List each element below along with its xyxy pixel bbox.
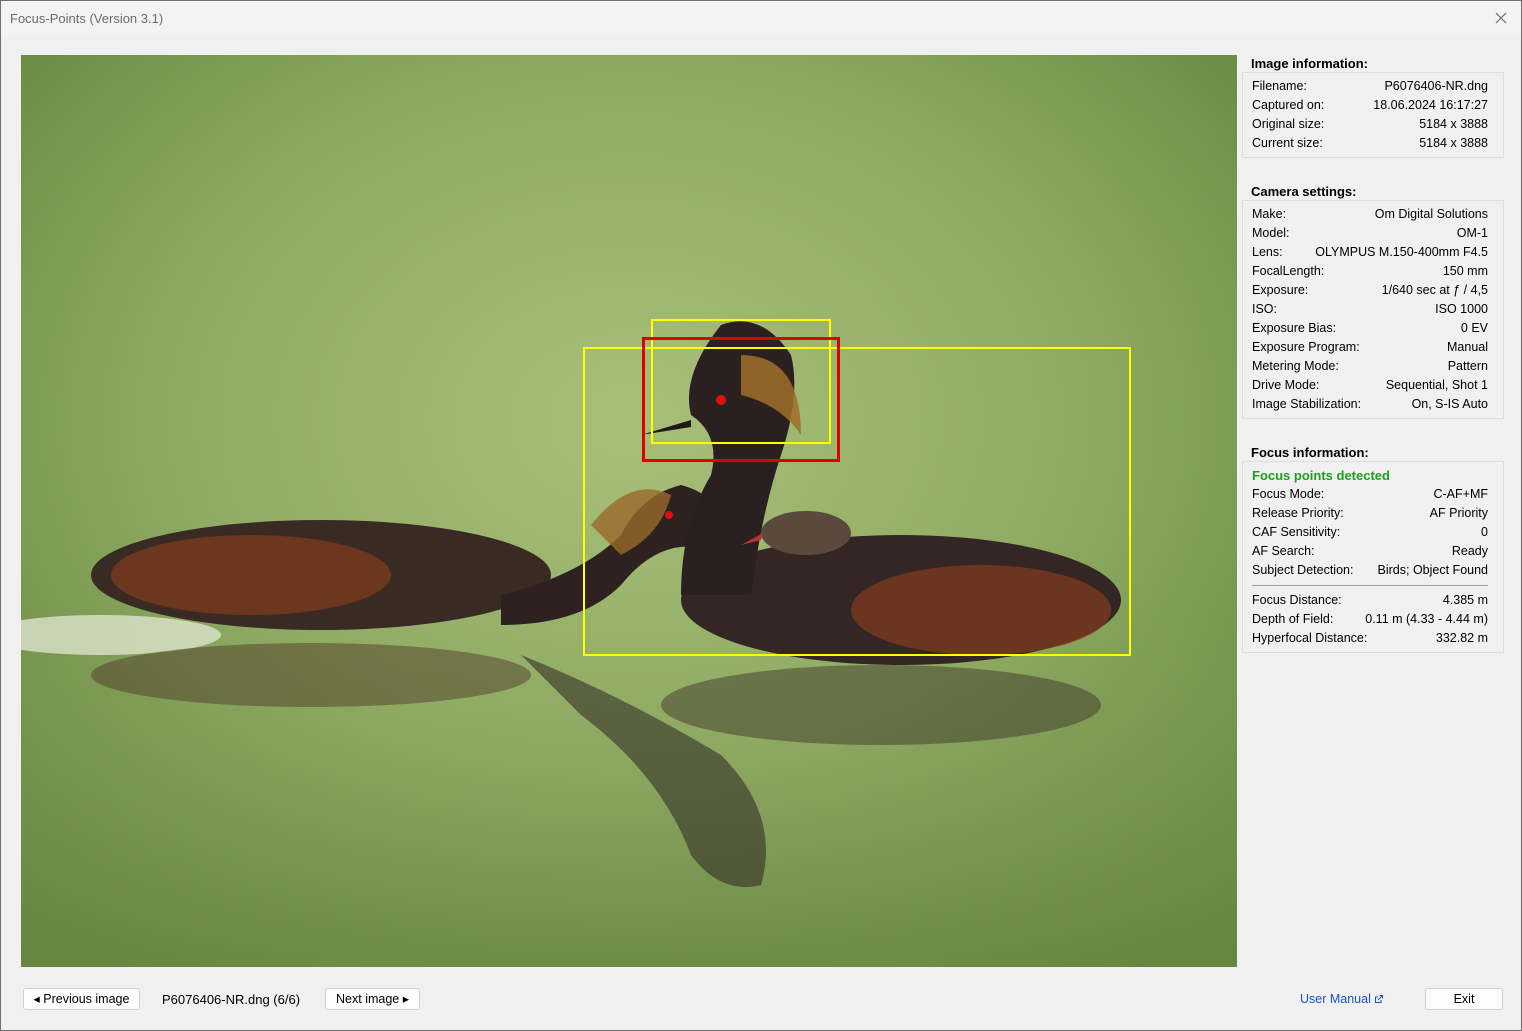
image-info-label: Current size: [1252, 136, 1323, 150]
focus-info-header: Focus information: [1251, 445, 1369, 460]
camera-setting-value: ISO 1000 [1435, 302, 1488, 316]
user-manual-link[interactable]: User Manual [1300, 992, 1384, 1006]
camera-setting-label: Make: [1252, 207, 1287, 221]
camera-setting-label: Exposure: [1252, 283, 1309, 297]
close-icon [1495, 12, 1507, 24]
camera-setting-label: Model: [1252, 226, 1290, 240]
camera-setting-value: 150 mm [1442, 264, 1488, 278]
camera-setting-row: Drive Mode: Sequential, Shot 1 [1252, 376, 1488, 395]
focus-info-row: Focus Mode: C-AF+MF [1252, 485, 1488, 504]
camera-settings-header: Camera settings: [1251, 184, 1357, 199]
camera-setting-value: OM-1 [1456, 226, 1488, 240]
image-info-label: Captured on: [1252, 98, 1325, 112]
focus-distance-value: 332.82 m [1435, 631, 1488, 645]
previous-image-button[interactable]: ◂ Previous image [23, 988, 140, 1010]
external-link-icon [1375, 995, 1384, 1003]
focus-info-box: Focus points detected Focus Mode: C-AF+MF… [1242, 461, 1504, 653]
focus-info-label: Release Priority: [1252, 506, 1344, 520]
camera-setting-value: Pattern [1447, 359, 1488, 373]
camera-setting-label: Lens: [1252, 245, 1283, 259]
focus-distance-label: Depth of Field: [1252, 612, 1334, 626]
camera-setting-row: Exposure Bias: 0 EV [1252, 319, 1488, 338]
camera-setting-label: ISO: [1252, 302, 1278, 316]
next-image-button[interactable]: Next image ▸ [325, 988, 420, 1010]
camera-setting-row: Exposure: 1/640 sec at ƒ / 4,5 [1252, 281, 1488, 300]
camera-setting-label: Exposure Bias: [1252, 321, 1337, 335]
focus-info-row: CAF Sensitivity: 0 [1252, 523, 1488, 542]
camera-setting-label: Drive Mode: [1252, 378, 1320, 392]
file-position-label: P6076406-NR.dng (6/6) [162, 992, 301, 1007]
camera-settings-box: Make: Om Digital Solutions Model: OM-1 Lens:… [1242, 200, 1504, 419]
image-info-value: 5184 x 3888 [1419, 136, 1488, 150]
image-info-label: Original size: [1252, 117, 1325, 131]
image-info-value: P6076406-NR.dng [1384, 79, 1488, 93]
camera-setting-label: Image Stabilization: [1252, 397, 1362, 411]
camera-setting-label: Metering Mode: [1252, 359, 1339, 373]
camera-setting-row: FocalLength: 150 mm [1252, 262, 1488, 281]
image-info-row: Captured on: 18.06.2024 16:17:27 [1252, 96, 1488, 115]
focus-separator [1252, 585, 1488, 586]
focus-status: Focus points detected [1252, 468, 1390, 483]
focus-info-value: Birds; Object Found [1377, 563, 1488, 577]
image-info-value: 5184 x 3888 [1419, 117, 1488, 131]
focus-distance-value: 0.11 m (4.33 - 4.44 m) [1365, 612, 1488, 626]
camera-setting-row: Model: OM-1 [1252, 224, 1488, 243]
image-info-row: Filename: P6076406-NR.dng [1252, 77, 1488, 96]
image-info-label: Filename: [1252, 79, 1307, 93]
user-manual-label: User Manual [1300, 992, 1371, 1006]
camera-setting-value: 0 EV [1460, 321, 1488, 335]
image-info-value: 18.06.2024 16:17:27 [1373, 98, 1488, 112]
focus-distance-row: Focus Distance: 4.385 m [1252, 591, 1488, 610]
focus-distance-label: Hyperfocal Distance: [1252, 631, 1368, 645]
camera-setting-label: Exposure Program: [1252, 340, 1360, 354]
camera-setting-value: OLYMPUS M.150-400mm F4.5 [1315, 245, 1488, 259]
focus-info-row: Release Priority: AF Priority [1252, 504, 1488, 523]
camera-setting-row: Exposure Program: Manual [1252, 338, 1488, 357]
camera-setting-value: On, S-IS Auto [1411, 397, 1488, 411]
image-info-row: Current size: 5184 x 3888 [1252, 134, 1488, 153]
image-info-row: Original size: 5184 x 3888 [1252, 115, 1488, 134]
window-title: Focus-Points (Version 3.1) [10, 11, 164, 26]
camera-setting-value: 1/640 sec at ƒ / 4,5 [1381, 283, 1488, 297]
focus-info-value: AF Priority [1429, 506, 1488, 520]
camera-setting-row: ISO: ISO 1000 [1252, 300, 1488, 319]
exit-button[interactable]: Exit [1425, 988, 1503, 1010]
focus-info-value: Ready [1451, 544, 1488, 558]
image-info-header: Image information: [1251, 56, 1369, 71]
camera-settings-panel: Camera settings: Make: Om Digital Solutio… [1242, 184, 1504, 419]
photo-preview [21, 55, 1237, 967]
focus-info-label: AF Search: [1252, 544, 1315, 558]
camera-setting-value: Om Digital Solutions [1374, 207, 1488, 221]
close-button[interactable] [1487, 5, 1515, 31]
focus-distance-row: Hyperfocal Distance: 332.82 m [1252, 629, 1488, 648]
camera-setting-value: Sequential, Shot 1 [1385, 378, 1488, 392]
camera-setting-row: Image Stabilization: On, S-IS Auto [1252, 395, 1488, 414]
focus-info-value: C-AF+MF [1433, 487, 1488, 501]
title-bar[interactable]: Focus-Points (Version 3.1) [1, 1, 1521, 35]
camera-setting-value: Manual [1447, 340, 1488, 354]
focus-distance-value: 4.385 m [1442, 593, 1488, 607]
focus-distance-label: Focus Distance: [1252, 593, 1342, 607]
focus-info-label: Focus Mode: [1252, 487, 1325, 501]
focus-info-row: Subject Detection: Birds; Object Found [1252, 561, 1488, 580]
image-info-box: Filename: P6076406-NR.dng Captured on: 18.0… [1242, 72, 1504, 158]
camera-setting-row: Make: Om Digital Solutions [1252, 205, 1488, 224]
camera-setting-row: Metering Mode: Pattern [1252, 357, 1488, 376]
image-info-panel: Image information: Filename: P6076406-NR.… [1242, 56, 1504, 158]
focus-info-label: CAF Sensitivity: [1252, 525, 1341, 539]
focus-info-value: 0 [1481, 525, 1488, 539]
app-window: Focus-Points (Version 3.1) Image informa… [0, 0, 1522, 1031]
focus-info-row: AF Search: Ready [1252, 542, 1488, 561]
af-frame-active [642, 337, 840, 462]
focus-info-panel: Focus information: Focus points detected… [1242, 445, 1504, 653]
camera-setting-row: Lens: OLYMPUS M.150-400mm F4.5 [1252, 243, 1488, 262]
focus-distance-row: Depth of Field: 0.11 m (4.33 - 4.44 m) [1252, 610, 1488, 629]
camera-setting-label: FocalLength: [1252, 264, 1325, 278]
focus-info-label: Subject Detection: [1252, 563, 1354, 577]
